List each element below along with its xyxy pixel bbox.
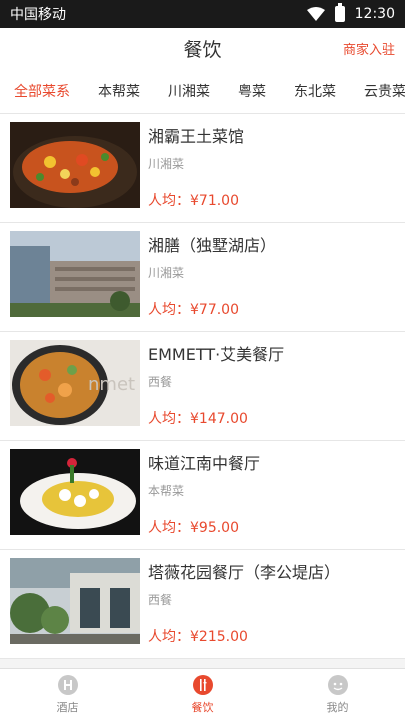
carrier-label: 中国移动 bbox=[10, 7, 66, 23]
svg-text:nmet: nmet bbox=[88, 374, 135, 395]
app-header: 餐饮 商家入驻 bbox=[0, 28, 405, 68]
restaurant-name: 塔薇花园餐厅（李公堤店） bbox=[148, 563, 341, 582]
category-tab-chuanxiang[interactable]: 川湘菜 bbox=[154, 81, 224, 101]
restaurant-cuisine: 本帮菜 bbox=[148, 484, 185, 498]
restaurant-name: 湘膳（独墅湖店） bbox=[148, 236, 277, 255]
tab-profile[interactable]: 我的 bbox=[270, 669, 405, 720]
restaurant-photo bbox=[10, 558, 140, 644]
restaurant-price: 人均：¥71.00 bbox=[148, 193, 239, 209]
restaurant-card[interactable]: 湘膳（独墅湖店） 川湘菜 人均：¥77.00 bbox=[0, 223, 405, 332]
category-tabs: 全部菜系 本帮菜 川湘菜 粤菜 东北菜 云贵菜 bbox=[0, 68, 405, 114]
status-bar: 中国移动 12:30 bbox=[0, 0, 405, 28]
category-tab-benbang[interactable]: 本帮菜 bbox=[84, 81, 154, 101]
restaurant-name: 湘霸王土菜馆 bbox=[148, 127, 245, 146]
profile-icon bbox=[327, 675, 348, 695]
page-title: 餐饮 bbox=[183, 38, 222, 61]
restaurant-cuisine: 川湘菜 bbox=[148, 266, 185, 280]
restaurant-card[interactable]: nmet EMMETT·艾美餐厅 西餐 人均：¥147.00 bbox=[0, 332, 405, 441]
restaurant-photo bbox=[10, 231, 140, 317]
restaurant-info: 湘膳（独墅湖店） 川湘菜 人均：¥77.00 bbox=[148, 231, 395, 323]
restaurant-name: EMMETT·艾美餐厅 bbox=[148, 345, 285, 364]
restaurant-photo bbox=[10, 122, 140, 208]
restaurant-info: EMMETT·艾美餐厅 西餐 人均：¥147.00 bbox=[148, 340, 395, 432]
merchant-join-link[interactable]: 商家入驻 bbox=[343, 39, 395, 58]
restaurant-price: 人均：¥147.00 bbox=[148, 411, 248, 427]
category-tab-yungui[interactable]: 云贵菜 bbox=[350, 81, 405, 101]
restaurant-card[interactable]: 湘霸王土菜馆 川湘菜 人均：¥71.00 bbox=[0, 114, 405, 223]
clock: 12:30 bbox=[354, 6, 395, 22]
restaurant-list[interactable]: 湘霸王土菜馆 川湘菜 人均：¥71.00 湘膳（独墅湖店） 川湘菜 人均：¥77… bbox=[0, 114, 405, 668]
category-tab-yue[interactable]: 粤菜 bbox=[224, 81, 280, 101]
category-tab-dongbei[interactable]: 东北菜 bbox=[280, 81, 350, 101]
restaurant-info: 塔薇花园餐厅（李公堤店） 西餐 人均：¥215.00 bbox=[148, 558, 395, 650]
restaurant-photo: nmet bbox=[10, 340, 140, 426]
restaurant-info: 湘霸王土菜馆 川湘菜 人均：¥71.00 bbox=[148, 122, 395, 214]
wifi-icon bbox=[306, 7, 325, 21]
restaurant-name: 味道江南中餐厅 bbox=[148, 454, 261, 473]
tab-profile-label: 我的 bbox=[326, 701, 349, 714]
restaurant-cuisine: 西餐 bbox=[148, 375, 173, 389]
bottom-tab-bar: 酒店 餐饮 我的 bbox=[0, 668, 405, 720]
tab-dining-label: 餐饮 bbox=[191, 701, 214, 714]
restaurant-card[interactable]: 塔薇花园餐厅（李公堤店） 西餐 人均：¥215.00 bbox=[0, 550, 405, 659]
restaurant-photo bbox=[10, 449, 140, 535]
restaurant-price: 人均：¥95.00 bbox=[148, 520, 239, 536]
tab-hotel-label: 酒店 bbox=[56, 701, 79, 714]
hotel-icon bbox=[57, 675, 78, 695]
restaurant-cuisine: 川湘菜 bbox=[148, 157, 185, 171]
restaurant-card[interactable]: 味道江南中餐厅 本帮菜 人均：¥95.00 bbox=[0, 441, 405, 550]
restaurant-price: 人均：¥215.00 bbox=[148, 629, 248, 645]
battery-icon bbox=[334, 3, 345, 22]
tab-dining[interactable]: 餐饮 bbox=[135, 669, 270, 720]
tab-hotel[interactable]: 酒店 bbox=[0, 669, 135, 720]
dining-icon bbox=[192, 675, 213, 695]
status-icons: 12:30 bbox=[306, 3, 395, 22]
restaurant-price: 人均：¥77.00 bbox=[148, 302, 239, 318]
category-tab-all[interactable]: 全部菜系 bbox=[0, 81, 84, 101]
restaurant-info: 味道江南中餐厅 本帮菜 人均：¥95.00 bbox=[148, 449, 395, 541]
restaurant-cuisine: 西餐 bbox=[148, 593, 173, 607]
